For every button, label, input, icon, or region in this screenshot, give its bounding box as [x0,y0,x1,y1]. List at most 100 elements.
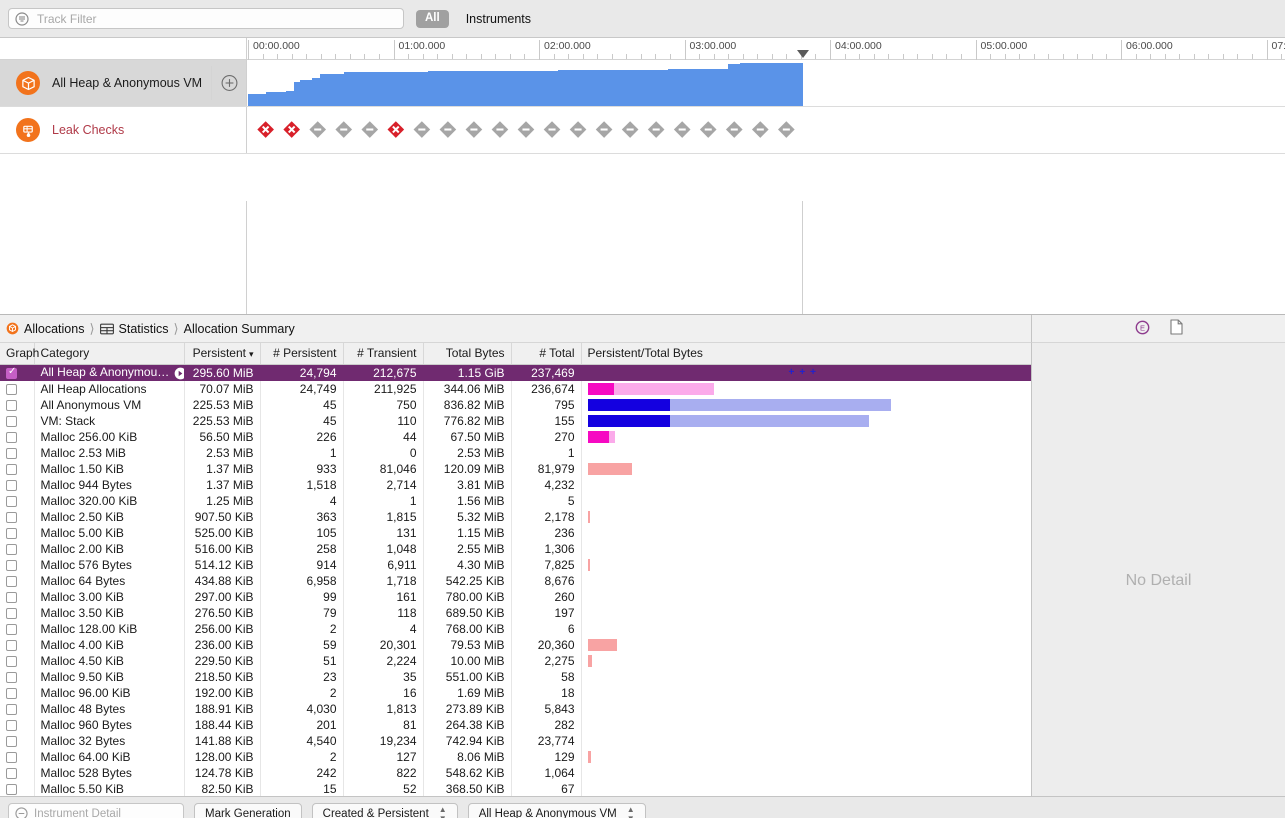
table-row[interactable]: Malloc 2.53 MiB 2.53 MiB 1 0 2.53 MiB 1 [0,444,1031,461]
extended-detail-icon[interactable]: E [1135,320,1150,338]
graph-checkbox[interactable] [6,415,17,427]
table-row[interactable]: Malloc 2.00 KiB 516.00 KiB 258 1,048 2.55 Mi… [0,540,1031,557]
graph-checkbox-cell[interactable] [0,412,35,429]
table-row[interactable]: Malloc 1.50 KiB 1.37 MiB 933 81,046 120.09 M… [0,460,1031,477]
track-row-leak-checks[interactable]: Leak Checks [0,107,1285,154]
table-row[interactable]: Malloc 5.00 KiB 525.00 KiB 105 131 1.15 MiB 2… [0,524,1031,541]
leak-check-markers[interactable] [248,107,803,153]
graph-checkbox-cell[interactable] [0,732,35,749]
run-info-document-icon[interactable] [1169,319,1183,338]
playhead-marker[interactable] [797,50,809,58]
allocation-summary-table[interactable]: Graph Category Persistent ▾ # Persistent # Tr… [0,343,1031,818]
graph-checkbox-cell[interactable] [0,556,35,573]
leak-check-failed-icon[interactable] [283,121,301,138]
graph-checkbox[interactable] [6,623,17,635]
mark-generation-button[interactable]: Mark Generation [194,803,302,818]
leak-check-passed-icon[interactable] [361,121,379,138]
graph-checkbox[interactable] [6,399,17,411]
graph-checkbox-cell[interactable] [0,780,35,797]
leak-check-passed-icon[interactable] [673,121,691,138]
leak-check-passed-icon[interactable] [465,121,483,138]
timeline-ruler[interactable]: 00:00.000 01:00.000 02:00.000 03:00.000 04:0… [0,38,1285,60]
graph-checkbox-cell[interactable] [0,700,35,717]
graph-checkbox-cell[interactable] [0,492,35,509]
graph-checkbox-cell[interactable] [0,668,35,685]
breadcrumb-item-allocation-summary[interactable]: Allocation Summary [184,322,295,336]
graph-checkbox[interactable] [6,575,17,587]
track-filter-field[interactable] [8,8,404,29]
table-row[interactable]: All Heap & Anonymou… 295.60 MiB24,794212,… [0,364,1031,381]
table-row[interactable]: Malloc 944 Bytes 1.37 MiB 1,518 2,714 3.81 M… [0,476,1031,493]
graph-checkbox[interactable] [6,479,17,491]
all-filter-pill[interactable]: All [416,9,449,28]
graph-checkbox-cell[interactable] [0,476,35,493]
graph-checkbox[interactable] [6,495,17,507]
table-row[interactable]: All Anonymous VM 225.53 MiB 45 750 836.82 Mi… [0,396,1031,413]
graph-checkbox[interactable] [6,767,17,779]
graph-checkbox-cell[interactable] [0,428,35,445]
created-persistent-dropdown[interactable]: Created & Persistent ▲ ▼ [311,803,458,818]
track-row-all-heap-anonymous-vm[interactable]: All Heap & Anonymous VM [0,60,1285,107]
leak-check-passed-icon[interactable] [491,121,509,138]
graph-checkbox-cell[interactable] [0,684,35,701]
table-row[interactable]: Malloc 96.00 KiB 192.00 KiB 2 16 1.69 MiB 18 [0,684,1031,701]
column-header-total_bytes[interactable]: Total Bytes [423,343,512,365]
instrument-detail-filter[interactable]: Instrument Detail [8,803,184,818]
graph-checkbox[interactable] [6,639,17,651]
graph-checkbox-cell[interactable] [0,652,35,669]
add-track-icon[interactable] [221,75,238,92]
column-header-n_persistent[interactable]: # Persistent [260,343,344,365]
table-row[interactable]: Malloc 9.50 KiB 218.50 KiB 23 35 551.00 KiB 5… [0,668,1031,685]
table-row[interactable]: VM: Stack 225.53 MiB 45 110 776.82 MiB 155 [0,412,1031,429]
table-row[interactable]: Malloc 3.00 KiB 297.00 KiB 99 161 780.00 KiB… [0,588,1031,605]
graph-checkbox[interactable] [6,383,17,395]
column-header-graph[interactable]: Graph [0,343,39,365]
graph-checkbox-cell[interactable] [0,588,35,605]
graph-checkbox-cell[interactable] [0,572,35,589]
graph-checkbox-cell[interactable] [0,396,35,413]
leak-check-passed-icon[interactable] [413,121,431,138]
scope-dropdown[interactable]: All Heap & Anonymous VM ▲ ▼ [467,803,646,818]
column-header-bars[interactable]: Persistent/Total Bytes [581,343,1031,365]
graph-checkbox-cell[interactable] [0,764,35,781]
graph-checkbox-cell[interactable] [0,444,35,461]
graph-checkbox-cell[interactable] [0,540,35,557]
column-header-category[interactable]: Category [34,343,185,365]
column-header-n_transient[interactable]: # Transient [343,343,424,365]
graph-checkbox-cell[interactable] [0,380,35,397]
graph-checkbox[interactable] [6,591,17,603]
leak-check-passed-icon[interactable] [778,121,795,138]
graph-checkbox-cell[interactable] [0,460,35,477]
table-row[interactable]: All Heap Allocations 70.07 MiB 24,749 211,9… [0,380,1031,397]
track-filter-input[interactable] [35,10,397,27]
leak-checks-graph[interactable] [248,107,1285,153]
graph-checkbox-cell[interactable] [0,508,35,525]
leak-check-passed-icon[interactable] [543,121,561,138]
table-row[interactable]: Malloc 5.50 KiB 82.50 KiB 15 52 368.50 KiB 67 [0,780,1031,797]
graph-checkbox[interactable] [6,366,17,379]
breadcrumb-item-statistics[interactable]: Statistics [99,322,169,336]
leak-check-passed-icon[interactable] [699,121,717,138]
leak-check-passed-icon[interactable] [647,121,665,138]
graph-checkbox[interactable] [6,719,17,731]
table-row[interactable]: Malloc 576 Bytes 514.12 KiB 914 6,911 4.30 M… [0,556,1031,573]
leak-check-failed-icon[interactable] [257,121,274,138]
table-row[interactable]: Malloc 256.00 KiB 56.50 MiB 226 44 67.50 MiB… [0,428,1031,445]
track-header[interactable]: Leak Checks [0,107,247,153]
graph-checkbox-cell[interactable] [0,716,35,733]
table-row[interactable]: Malloc 64.00 KiB 128.00 KiB 2 127 8.06 MiB 12… [0,748,1031,765]
breadcrumb-item-allocations[interactable]: Allocations [6,322,84,336]
graph-checkbox-cell[interactable] [0,748,35,765]
table-row[interactable]: Malloc 960 Bytes 188.44 KiB 201 81 264.38 Ki… [0,716,1031,733]
leak-check-passed-icon[interactable] [751,121,769,138]
graph-checkbox[interactable] [6,783,17,795]
graph-checkbox[interactable] [6,655,17,667]
leak-check-passed-icon[interactable] [439,121,457,138]
table-row[interactable]: Malloc 32 Bytes 141.88 KiB 4,540 19,234 742.… [0,732,1031,749]
graph-checkbox[interactable] [6,607,17,619]
graph-checkbox[interactable] [6,511,17,523]
graph-checkbox[interactable] [6,703,17,715]
graph-checkbox-cell[interactable] [0,636,35,653]
drill-down-arrow-icon[interactable] [174,367,183,380]
leak-check-failed-icon[interactable] [387,121,405,138]
